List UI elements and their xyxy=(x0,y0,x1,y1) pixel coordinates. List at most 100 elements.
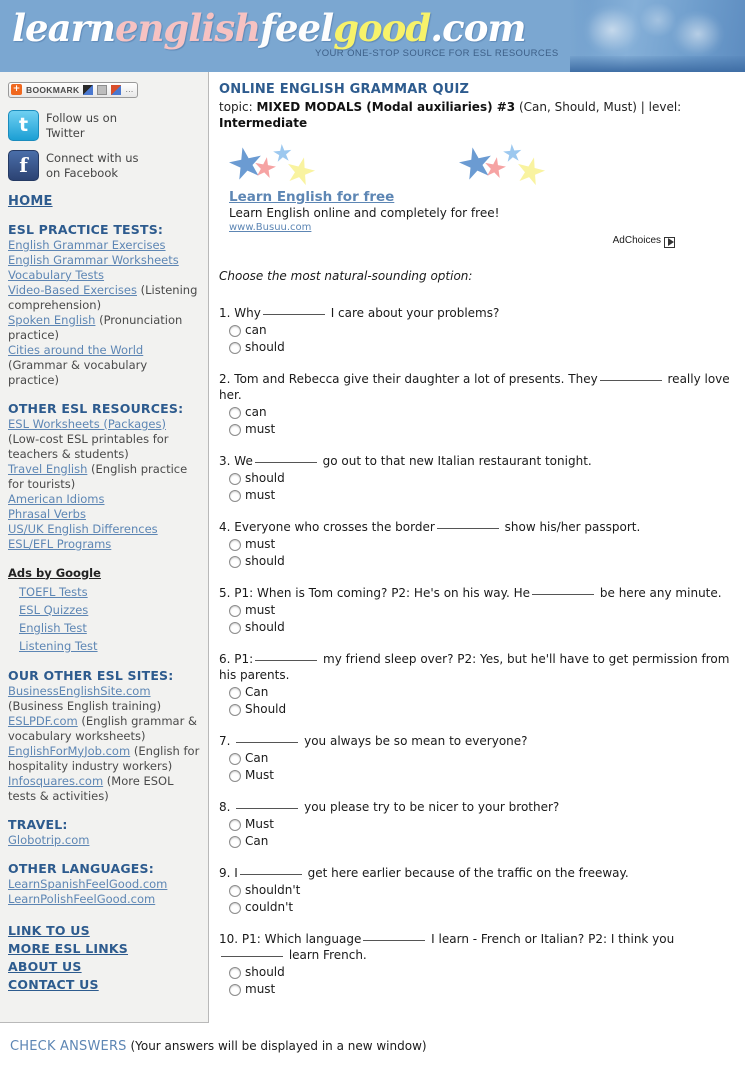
ad-link-english-test[interactable]: English Test xyxy=(19,621,87,635)
sidebar-link-more-esl-links[interactable]: MORE ESL LINKS xyxy=(8,941,128,956)
radio-icon[interactable] xyxy=(229,406,241,419)
radio-icon[interactable] xyxy=(229,555,241,568)
ad-link-listening-test[interactable]: Listening Test xyxy=(19,639,98,653)
radio-icon[interactable] xyxy=(229,489,241,502)
share-rss-icon[interactable] xyxy=(111,84,122,95)
sidebar-link-infosquares[interactable]: Infosquares.com xyxy=(8,774,103,788)
adchoices-label[interactable]: AdChoices xyxy=(613,235,675,248)
sidebar-link-american-idioms[interactable]: American Idioms xyxy=(8,492,105,506)
quiz-instructions: Choose the most natural-sounding option: xyxy=(219,269,473,283)
option-2-a[interactable]: can xyxy=(229,404,737,421)
sidebar-link-video-based-exercises[interactable]: Video-Based Exercises xyxy=(8,283,137,297)
option-8-a[interactable]: Must xyxy=(229,816,737,833)
sidebar-link-spoken-english[interactable]: Spoken English xyxy=(8,313,95,327)
radio-icon[interactable] xyxy=(229,703,241,716)
q-part-2: show his/her passport. xyxy=(504,520,641,534)
twitter-icon[interactable]: t xyxy=(8,109,39,141)
radio-icon[interactable] xyxy=(229,818,241,831)
sidebar-link-grammar-worksheets[interactable]: English Grammar Worksheets xyxy=(8,253,179,267)
option-1-a[interactable]: can xyxy=(229,322,737,339)
sidebar-link-contact-us[interactable]: CONTACT US xyxy=(8,977,99,992)
advertisement-block[interactable]: Learn English for free Learn English onl… xyxy=(219,143,737,251)
radio-icon[interactable] xyxy=(229,966,241,979)
option-label: Can xyxy=(245,685,269,699)
option-7-b[interactable]: Must xyxy=(229,767,737,784)
q-part-1: Why xyxy=(234,306,261,320)
options-group-9: shouldn't couldn't xyxy=(229,882,737,916)
list-item: Infosquares.com (More ESOL tests & activ… xyxy=(8,774,200,804)
answer-blank xyxy=(236,742,299,743)
option-6-a[interactable]: Can xyxy=(229,684,737,701)
radio-icon[interactable] xyxy=(229,884,241,897)
option-7-a[interactable]: Can xyxy=(229,750,737,767)
option-label: should xyxy=(245,965,285,979)
home-link[interactable]: HOME xyxy=(8,194,53,209)
question-7: 7. you always be so mean to everyone? Ca… xyxy=(219,733,737,784)
sidebar-link-vocabulary-tests[interactable]: Vocabulary Tests xyxy=(8,268,104,282)
sidebar-link-about-us[interactable]: ABOUT US xyxy=(8,959,82,974)
ad-link-esl-quizzes[interactable]: ESL Quizzes xyxy=(19,603,88,617)
option-5-b[interactable]: should xyxy=(229,619,737,636)
social-twitter[interactable]: t Follow us on Twitter xyxy=(8,109,200,141)
option-10-b[interactable]: must xyxy=(229,981,737,998)
question-9: 9. I get here earlier because of the tra… xyxy=(219,865,737,916)
option-3-b[interactable]: must xyxy=(229,487,737,504)
sidebar-link-esl-worksheets[interactable]: ESL Worksheets (Packages) xyxy=(8,417,166,431)
question-1: 1. Why I care about your problems? can s… xyxy=(219,305,737,356)
sidebar-link-businessenglishsite[interactable]: BusinessEnglishSite.com xyxy=(8,684,151,698)
sidebar-link-us-uk-differences[interactable]: US/UK English Differences xyxy=(8,522,158,536)
radio-icon[interactable] xyxy=(229,769,241,782)
option-9-b[interactable]: couldn't xyxy=(229,899,737,916)
sidebar-link-esl-efl-programs[interactable]: ESL/EFL Programs xyxy=(8,537,111,551)
radio-icon[interactable] xyxy=(229,901,241,914)
option-6-b[interactable]: Should xyxy=(229,701,737,718)
radio-icon[interactable] xyxy=(229,686,241,699)
radio-icon[interactable] xyxy=(229,341,241,354)
site-logo[interactable]: learnenglishfeelgood.com xyxy=(12,6,527,50)
sidebar-link-cities-around-the-world[interactable]: Cities around the World xyxy=(8,343,143,357)
option-4-b[interactable]: should xyxy=(229,553,737,570)
option-4-a[interactable]: must xyxy=(229,536,737,553)
sidebar-link-link-to-us[interactable]: LINK TO US xyxy=(8,923,90,938)
radio-icon[interactable] xyxy=(229,538,241,551)
radio-icon[interactable] xyxy=(229,472,241,485)
radio-icon[interactable] xyxy=(229,324,241,337)
option-10-a[interactable]: should xyxy=(229,964,737,981)
sidebar-link-learnspanishfeelgood[interactable]: LearnSpanishFeelGood.com xyxy=(8,877,167,891)
sidebar-link-globotrip[interactable]: Globotrip.com xyxy=(8,833,89,847)
option-label: should xyxy=(245,554,285,568)
bookmark-widget[interactable]: + BOOKMARK … xyxy=(8,81,139,98)
option-1-b[interactable]: should xyxy=(229,339,737,356)
sidebar-link-englishformyjob[interactable]: EnglishForMyJob.com xyxy=(8,744,130,758)
facebook-icon[interactable]: f xyxy=(8,149,39,181)
bookmark-more-icon[interactable]: … xyxy=(125,85,133,94)
share-windows-icon[interactable] xyxy=(83,84,94,95)
quiz-level: Intermediate xyxy=(219,116,308,130)
ad-url-link[interactable]: www.Busuu.com xyxy=(229,222,311,233)
option-5-a[interactable]: must xyxy=(229,602,737,619)
radio-icon[interactable] xyxy=(229,604,241,617)
social-facebook[interactable]: f Connect with us on Facebook xyxy=(8,149,200,181)
sidebar-link-learnpolishfeelgood[interactable]: LearnPolishFeelGood.com xyxy=(8,892,155,906)
sidebar-link-travel-english[interactable]: Travel English xyxy=(8,462,87,476)
ad-title-link[interactable]: Learn English for free xyxy=(229,189,394,205)
radio-icon[interactable] xyxy=(229,835,241,848)
option-2-b[interactable]: must xyxy=(229,421,737,438)
sidebar-item-home[interactable]: HOME xyxy=(8,194,200,209)
q-number: 6. xyxy=(219,652,231,666)
radio-icon[interactable] xyxy=(229,983,241,996)
answer-blank xyxy=(221,956,283,957)
ad-link-toefl-tests[interactable]: TOEFL Tests xyxy=(19,585,88,599)
option-9-a[interactable]: shouldn't xyxy=(229,882,737,899)
radio-icon[interactable] xyxy=(229,621,241,634)
sidebar-link-eslpdf[interactable]: ESLPDF.com xyxy=(8,714,78,728)
option-8-b[interactable]: Can xyxy=(229,833,737,850)
check-answers-button[interactable]: CHECK ANSWERS xyxy=(10,1039,127,1054)
q-number: 2. xyxy=(219,372,231,386)
radio-icon[interactable] xyxy=(229,752,241,765)
share-network-icon[interactable] xyxy=(97,84,108,95)
radio-icon[interactable] xyxy=(229,423,241,436)
option-3-a[interactable]: should xyxy=(229,470,737,487)
sidebar-link-grammar-exercises[interactable]: English Grammar Exercises xyxy=(8,238,166,252)
sidebar-link-phrasal-verbs[interactable]: Phrasal Verbs xyxy=(8,507,86,521)
